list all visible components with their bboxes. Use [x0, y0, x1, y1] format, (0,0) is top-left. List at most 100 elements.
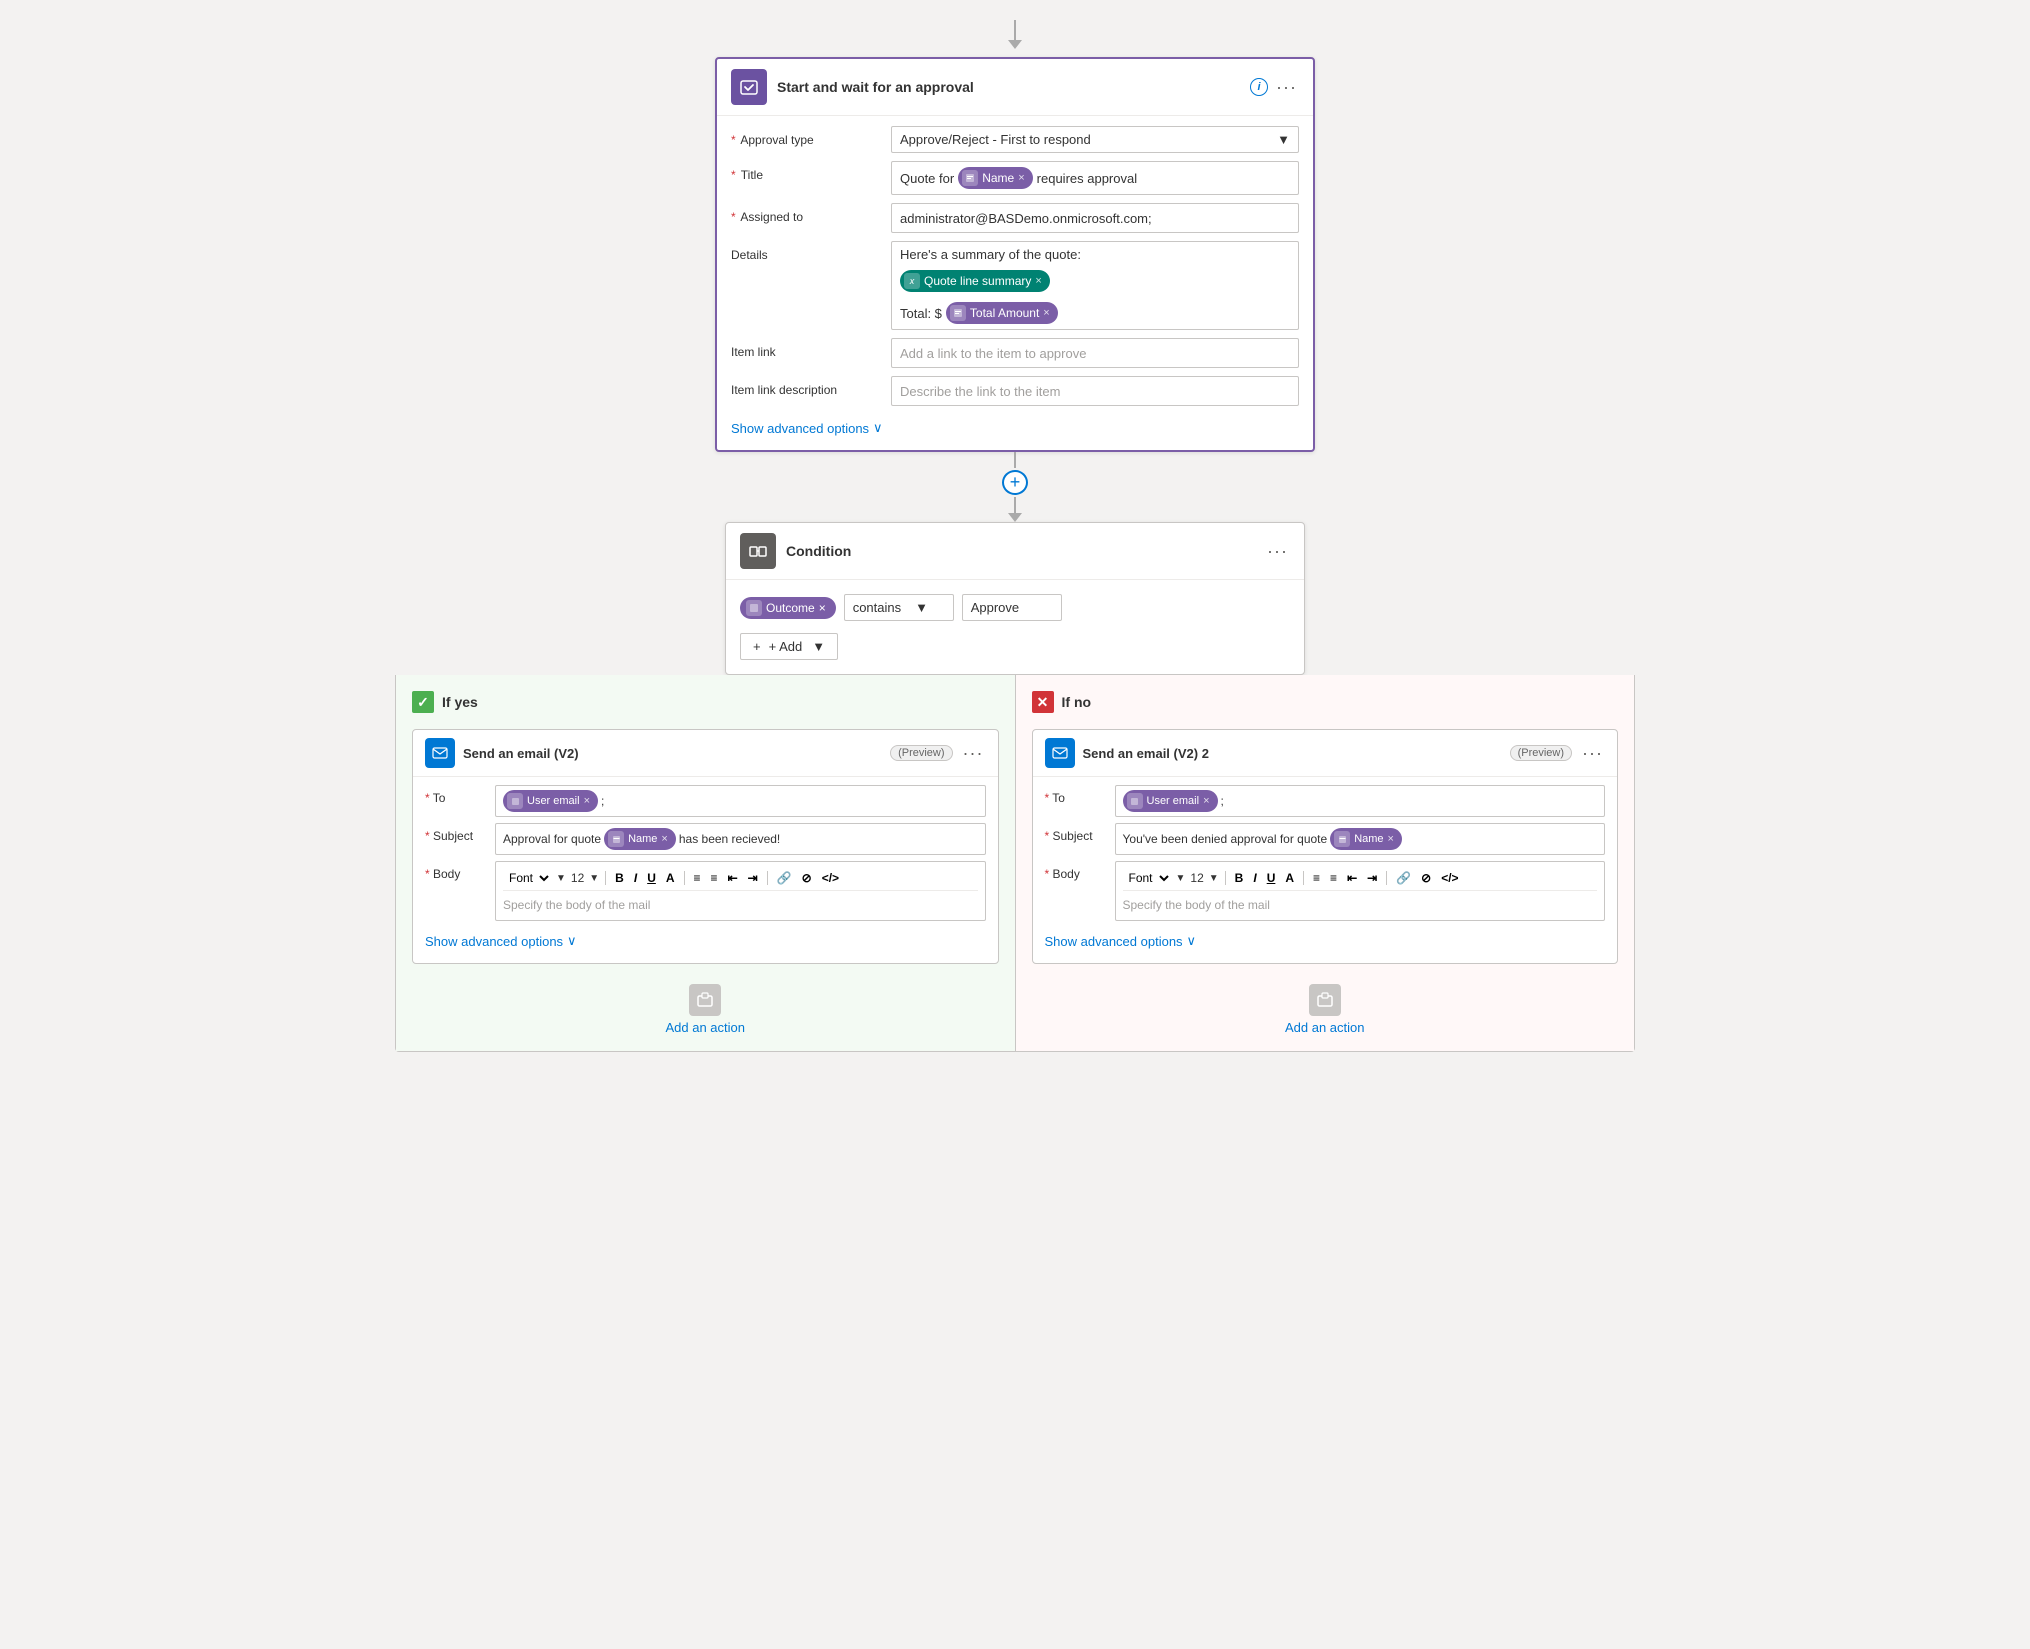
- quote-token-close[interactable]: ×: [1035, 275, 1041, 287]
- condition-value-input[interactable]: Approve: [962, 594, 1062, 621]
- email-yes-to-input[interactable]: User email × ;: [495, 785, 986, 817]
- email-yes-preview: (Preview): [890, 745, 952, 761]
- bold-btn-no[interactable]: B: [1232, 870, 1247, 886]
- list-number-btn-yes[interactable]: ≡: [708, 870, 721, 886]
- email-yes-more-button[interactable]: ···: [961, 743, 986, 764]
- code-btn-yes[interactable]: </>: [819, 870, 842, 886]
- add-action-yes[interactable]: Add an action: [412, 984, 999, 1035]
- name-close-no-subject[interactable]: ×: [1388, 833, 1394, 845]
- condition-expression-row: Outcome × contains ▼ Approve: [740, 594, 1290, 621]
- underline-btn-no[interactable]: U: [1264, 870, 1279, 886]
- email-no-preview: (Preview): [1510, 745, 1572, 761]
- email-yes-body: * To User email × ;: [413, 777, 998, 963]
- details-row: Details Here's a summary of the quote: x…: [731, 241, 1299, 330]
- font-select-yes[interactable]: Font: [503, 869, 552, 887]
- name-close-yes-subject[interactable]: ×: [661, 833, 667, 845]
- chevron-font-yes: ▼: [556, 873, 566, 884]
- name-token[interactable]: Name ×: [958, 167, 1032, 189]
- user-email-token-yes[interactable]: User email ×: [503, 790, 598, 812]
- title-row: * Title Quote for Name × requires approv…: [731, 161, 1299, 195]
- title-input[interactable]: Quote for Name × requires approval: [891, 161, 1299, 195]
- list-bullet-btn-no[interactable]: ≡: [1310, 870, 1323, 886]
- user-email-close-no[interactable]: ×: [1203, 795, 1209, 807]
- chevron-icon: ▼: [915, 600, 928, 615]
- list-bullet-btn-yes[interactable]: ≡: [691, 870, 704, 886]
- condition-card-title: Condition: [786, 543, 1255, 559]
- condition-card: Condition ··· Outcome × contains ▼ Appro…: [725, 522, 1305, 675]
- total-token-icon: [950, 305, 966, 321]
- link-btn-yes[interactable]: 🔗: [774, 870, 795, 886]
- email-no-body-placeholder: Specify the body of the mail: [1123, 898, 1598, 912]
- unlink-btn-no[interactable]: ⊘: [1418, 870, 1434, 886]
- condition-add-button[interactable]: + + Add ▼: [740, 633, 838, 660]
- indent-right-btn-no[interactable]: ⇥: [1364, 870, 1380, 886]
- email-no-to-input[interactable]: User email × ;: [1115, 785, 1606, 817]
- condition-card-header: Condition ···: [726, 523, 1304, 580]
- code-btn-no[interactable]: </>: [1438, 870, 1461, 886]
- user-email-close-yes[interactable]: ×: [584, 795, 590, 807]
- total-amount-token[interactable]: Total Amount ×: [946, 302, 1058, 324]
- email-no-to-label: * To: [1045, 785, 1115, 805]
- item-link-desc-input[interactable]: Describe the link to the item: [891, 376, 1299, 406]
- email-no-body-input[interactable]: Font ▼ 12 ▼ B I U A ≡: [1115, 861, 1606, 921]
- name-token-no-subject[interactable]: Name ×: [1330, 828, 1402, 850]
- item-link-row: Item link Add a link to the item to appr…: [731, 338, 1299, 368]
- indent-left-btn-yes[interactable]: ⇤: [725, 870, 741, 886]
- email-yes-body-placeholder: Specify the body of the mail: [503, 898, 978, 912]
- font-size-yes: 12: [571, 871, 584, 885]
- email-no-body: * To User email × ;: [1033, 777, 1618, 963]
- color-btn-no[interactable]: A: [1282, 870, 1297, 886]
- connector-line-2: [1014, 497, 1016, 513]
- approval-card-icon: [731, 69, 767, 105]
- add-action-icon-no: [1309, 984, 1341, 1016]
- approval-card-header: Start and wait for an approval i ···: [717, 59, 1313, 116]
- link-btn-no[interactable]: 🔗: [1393, 870, 1414, 886]
- name-token-close[interactable]: ×: [1018, 172, 1024, 184]
- bold-btn-yes[interactable]: B: [612, 870, 627, 886]
- item-link-desc-label: Item link description: [731, 376, 891, 397]
- approval-more-button[interactable]: ···: [1274, 77, 1299, 98]
- outcome-token-close[interactable]: ×: [819, 601, 826, 615]
- underline-btn-yes[interactable]: U: [644, 870, 659, 886]
- condition-more-button[interactable]: ···: [1265, 541, 1290, 562]
- details-input[interactable]: Here's a summary of the quote: x Quote l…: [891, 241, 1299, 330]
- branch-yes-header: ✓ If yes: [412, 691, 999, 713]
- title-label: * Title: [731, 161, 891, 182]
- list-number-btn-no[interactable]: ≡: [1327, 870, 1340, 886]
- unlink-btn-yes[interactable]: ⊘: [799, 870, 815, 886]
- user-email-token-no[interactable]: User email ×: [1123, 790, 1218, 812]
- item-link-input[interactable]: Add a link to the item to approve: [891, 338, 1299, 368]
- color-btn-yes[interactable]: A: [663, 870, 678, 886]
- item-link-desc-row: Item link description Describe the link …: [731, 376, 1299, 406]
- show-advanced-approval[interactable]: Show advanced options ∨: [731, 414, 1299, 446]
- branch-yes: ✓ If yes Send an email (V2) (Preview) ··…: [396, 675, 1016, 1051]
- approval-type-select[interactable]: Approve/Reject - First to respond ▼: [891, 126, 1299, 153]
- indent-right-btn-yes[interactable]: ⇥: [745, 870, 761, 886]
- user-email-icon-no: [1127, 793, 1143, 809]
- email-no-subject-input[interactable]: You've been denied approval for quote Na…: [1115, 823, 1606, 855]
- outcome-token[interactable]: Outcome ×: [740, 597, 836, 619]
- name-token-yes-subject[interactable]: Name ×: [604, 828, 676, 850]
- quote-line-summary-token[interactable]: x Quote line summary ×: [900, 270, 1050, 292]
- approval-card: Start and wait for an approval i ··· * A…: [715, 57, 1315, 452]
- condition-operator-select[interactable]: contains ▼: [844, 594, 954, 621]
- italic-btn-no[interactable]: I: [1250, 870, 1259, 886]
- chevron-size-yes: ▼: [589, 873, 599, 884]
- connector-arrowhead: [1008, 40, 1022, 49]
- show-advanced-email-yes[interactable]: Show advanced options ∨: [425, 927, 986, 959]
- info-icon[interactable]: i: [1250, 78, 1268, 96]
- email-no-more-button[interactable]: ···: [1580, 743, 1605, 764]
- assigned-to-input[interactable]: administrator@BASDemo.onmicrosoft.com;: [891, 203, 1299, 233]
- email-yes-body-input[interactable]: Font ▼ 12 ▼ B I U A ≡: [495, 861, 986, 921]
- add-action-no[interactable]: Add an action: [1032, 984, 1619, 1035]
- email-yes-title: Send an email (V2): [463, 746, 878, 761]
- email-yes-subject-input[interactable]: Approval for quote Name × has been recie…: [495, 823, 986, 855]
- font-select-no[interactable]: Font: [1123, 869, 1172, 887]
- italic-btn-yes[interactable]: I: [631, 870, 640, 886]
- email-no-title: Send an email (V2) 2: [1083, 746, 1498, 761]
- email-yes-to-label: * To: [425, 785, 495, 805]
- indent-left-btn-no[interactable]: ⇤: [1344, 870, 1360, 886]
- show-advanced-email-no[interactable]: Show advanced options ∨: [1045, 927, 1606, 959]
- add-between-button[interactable]: +: [1002, 470, 1028, 495]
- total-token-close[interactable]: ×: [1043, 307, 1049, 319]
